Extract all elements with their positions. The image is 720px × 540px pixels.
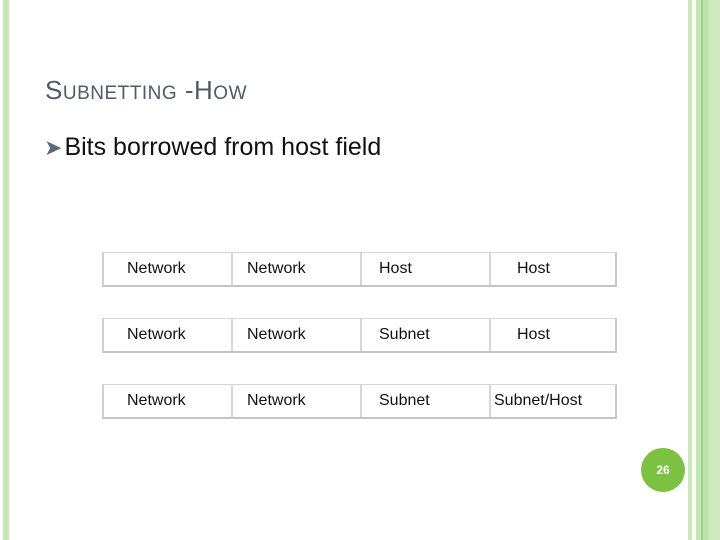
title-initial: S — [45, 75, 63, 105]
bits-cell: Subnet/Host — [494, 392, 583, 409]
left-decorative-stripe — [3, 0, 9, 540]
title-part: UBNETTING — [62, 83, 178, 104]
bullet-text: Bits borrowed from host field — [64, 133, 382, 161]
bits-cell: Host — [517, 326, 550, 343]
address-bits-row: Network Network Subnet Subnet/Host — [102, 384, 617, 419]
bits-cell: Network — [233, 385, 362, 417]
right-decorative-stripe — [688, 0, 692, 540]
slide-title: SUBNETTING -HOW — [45, 75, 247, 106]
bits-cell: Network — [104, 319, 233, 351]
bullet-item: ➤ Bits borrowed from host field — [44, 133, 381, 162]
title-part: OW — [213, 83, 248, 104]
page-number-badge: 26 — [641, 448, 685, 492]
bits-cell: Network — [104, 253, 233, 285]
title-separator: - — [177, 75, 195, 105]
bits-cell: Subnet — [362, 319, 491, 351]
arrow-bullet-icon: ➤ — [44, 134, 63, 160]
address-bits-row: Network Network Subnet Host — [102, 318, 617, 353]
address-bits-row: Network Network Host Host — [102, 252, 617, 287]
title-initial: H — [194, 75, 214, 105]
bits-cell: Network — [233, 319, 362, 351]
bits-cell: Host — [517, 260, 550, 277]
bits-cell: Network — [233, 253, 362, 285]
right-decorative-stripe — [709, 0, 720, 540]
bits-cell: Network — [104, 385, 233, 417]
bits-cell: Host — [362, 253, 491, 285]
bits-cell: Subnet — [362, 385, 491, 417]
